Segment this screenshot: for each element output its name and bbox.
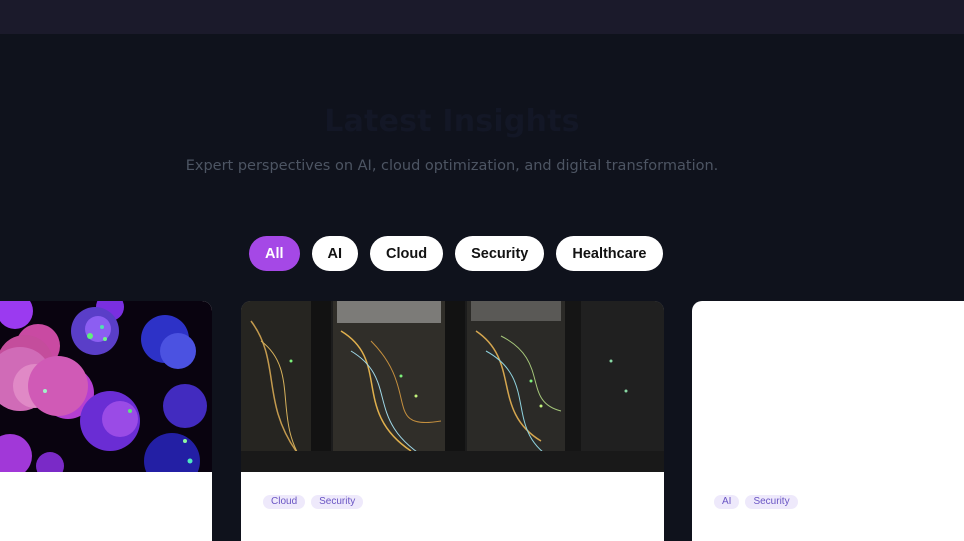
- filter-ai-button[interactable]: AI: [311, 236, 359, 271]
- section-subtitle: Expert perspectives on AI, cloud optimiz…: [185, 158, 719, 174]
- filter-cloud-button[interactable]: Cloud: [370, 236, 444, 271]
- cell-microscopy-image: [0, 301, 212, 472]
- filter-healthcare-button[interactable]: Healthcare: [556, 236, 663, 271]
- filter-security-button[interactable]: Security: [455, 236, 545, 271]
- blank-image: [692, 301, 964, 472]
- insight-card-ai-security[interactable]: AI Security: [692, 301, 964, 541]
- insight-card-cloud-security[interactable]: Cloud Security: [241, 301, 664, 541]
- section-title: Latest Insights: [324, 104, 580, 139]
- tag-ai[interactable]: AI: [714, 495, 740, 509]
- category-filter-bar: All AI Cloud Security Healthcare: [249, 236, 663, 271]
- card-tag-list: AI Security: [714, 495, 798, 509]
- insight-card-left[interactable]: [0, 301, 212, 541]
- tag-cloud[interactable]: Cloud: [263, 495, 306, 509]
- tag-security[interactable]: Security: [311, 495, 364, 509]
- tag-security[interactable]: Security: [745, 495, 798, 509]
- card-tag-list: Cloud Security: [263, 495, 364, 509]
- server-rack-image: [241, 301, 664, 472]
- top-navigation-bar: [0, 0, 964, 34]
- filter-all-button[interactable]: All: [249, 236, 300, 271]
